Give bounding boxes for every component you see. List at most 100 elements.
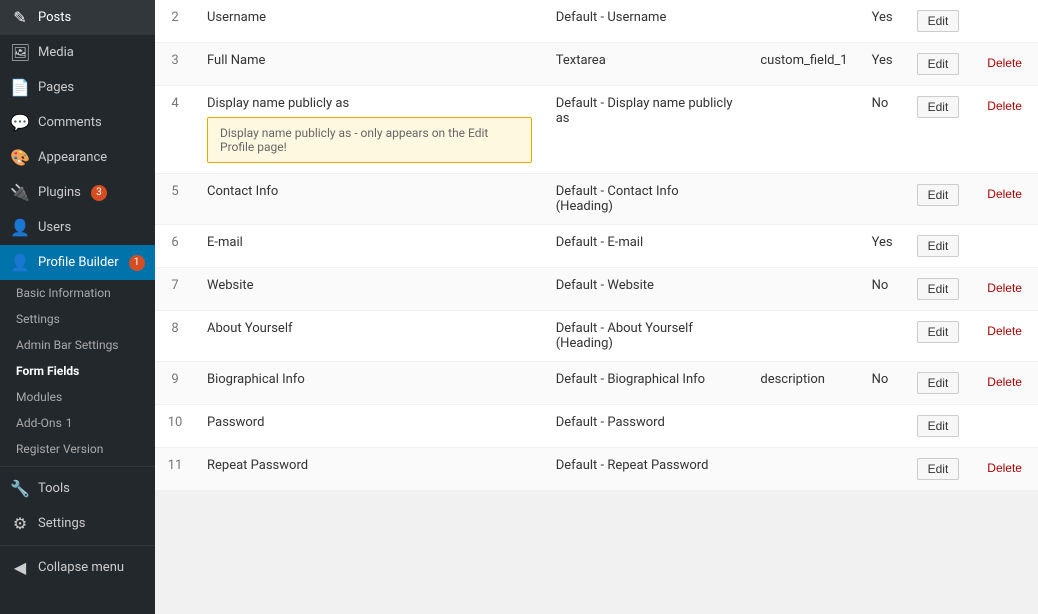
- row-number: 5: [155, 174, 195, 225]
- table-row: 9Biographical InfoDefault - Biographical…: [155, 362, 1038, 405]
- delete-button[interactable]: Delete: [983, 458, 1026, 478]
- sidebar-divider-2: [0, 545, 155, 546]
- table-row: 4Display name publicly asDisplay name pu…: [155, 86, 1038, 174]
- edit-button[interactable]: Edit: [917, 458, 960, 480]
- field-required: Yes: [860, 0, 905, 43]
- field-required: No: [860, 362, 905, 405]
- delete-button[interactable]: Delete: [983, 321, 1026, 341]
- field-delete-cell: Delete: [971, 86, 1038, 174]
- edit-button[interactable]: Edit: [917, 96, 960, 118]
- field-meta-name: [748, 0, 859, 43]
- row-number: 3: [155, 43, 195, 86]
- field-name: Full Name: [207, 53, 265, 68]
- edit-button[interactable]: Edit: [917, 184, 960, 206]
- field-type: Default - Username: [544, 0, 749, 43]
- active-indicator: [149, 245, 155, 280]
- field-actions: Edit: [905, 448, 972, 491]
- delete-button[interactable]: Delete: [983, 53, 1026, 73]
- sidebar-sub-add-ons[interactable]: Add-Ons 1: [0, 410, 155, 436]
- edit-button[interactable]: Edit: [917, 235, 960, 257]
- appearance-icon: 🎨: [10, 148, 30, 167]
- sidebar-item-profile-builder[interactable]: 👤 Profile Builder 1: [0, 245, 155, 280]
- field-required: [860, 405, 905, 448]
- field-name-cell: Website: [195, 268, 544, 311]
- field-name: E-mail: [207, 235, 243, 250]
- field-name-cell: Password: [195, 405, 544, 448]
- sidebar-item-appearance[interactable]: 🎨 Appearance: [0, 140, 155, 175]
- sidebar-sub-form-fields[interactable]: Form Fields: [0, 358, 155, 384]
- field-name: About Yourself: [207, 321, 293, 336]
- field-name: Username: [207, 10, 266, 25]
- field-actions: Edit: [905, 225, 972, 268]
- sidebar-sub-modules[interactable]: Modules: [0, 384, 155, 410]
- form-fields-table: 2UsernameDefault - UsernameYesEdit3Full …: [155, 0, 1038, 491]
- field-type: Default - Contact Info (Heading): [544, 174, 749, 225]
- field-meta-name: custom_field_1: [748, 43, 859, 86]
- field-name: Biographical Info: [207, 372, 305, 387]
- field-meta-name: [748, 405, 859, 448]
- edit-button[interactable]: Edit: [917, 372, 960, 394]
- posts-icon: ✎: [10, 8, 30, 27]
- field-delete-cell: Delete: [971, 362, 1038, 405]
- sidebar-item-media[interactable]: 🖼 Media: [0, 35, 155, 70]
- edit-button[interactable]: Edit: [917, 53, 960, 75]
- delete-button[interactable]: Delete: [983, 278, 1026, 298]
- field-meta-name: [748, 311, 859, 362]
- table-row: 2UsernameDefault - UsernameYesEdit: [155, 0, 1038, 43]
- sidebar-item-settings[interactable]: ⚙ Settings: [0, 506, 155, 541]
- field-delete-cell: [971, 0, 1038, 43]
- edit-button[interactable]: Edit: [917, 10, 960, 32]
- sidebar-item-tools[interactable]: 🔧 Tools: [0, 471, 155, 506]
- sidebar: ✎ Posts 🖼 Media 📄 Pages 💬 Comments 🎨 App…: [0, 0, 155, 614]
- field-name-cell: Biographical Info: [195, 362, 544, 405]
- sidebar-item-users[interactable]: 👤 Users: [0, 210, 155, 245]
- field-type: Default - Password: [544, 405, 749, 448]
- sidebar-sub-admin-bar-settings[interactable]: Admin Bar Settings: [0, 332, 155, 358]
- sidebar-divider: [0, 466, 155, 467]
- sidebar-item-collapse[interactable]: ◀ Collapse menu: [0, 550, 155, 585]
- field-actions: Edit: [905, 268, 972, 311]
- table-row: 3Full NameTextareacustom_field_1YesEditD…: [155, 43, 1038, 86]
- sidebar-sub-settings[interactable]: Settings: [0, 306, 155, 332]
- sidebar-sub-basic-information[interactable]: Basic Information: [0, 280, 155, 306]
- field-name-cell: Repeat Password: [195, 448, 544, 491]
- row-number: 11: [155, 448, 195, 491]
- media-icon: 🖼: [10, 43, 30, 62]
- field-meta-name: [748, 268, 859, 311]
- field-delete-cell: Delete: [971, 268, 1038, 311]
- table-row: 5 Contact Info Default - Contact Info (Hea…: [155, 174, 1038, 225]
- field-delete-cell: [971, 405, 1038, 448]
- sidebar-sub-register-version[interactable]: Register Version: [0, 436, 155, 462]
- field-actions: Edit: [905, 405, 972, 448]
- edit-button[interactable]: Edit: [917, 278, 960, 300]
- field-type: Default - Repeat Password: [544, 448, 749, 491]
- sidebar-item-posts[interactable]: ✎ Posts: [0, 0, 155, 35]
- field-delete-cell: [971, 225, 1038, 268]
- table-row: 11Repeat PasswordDefault - Repeat Passwo…: [155, 448, 1038, 491]
- sidebar-item-comments[interactable]: 💬 Comments: [0, 105, 155, 140]
- field-meta-name: [748, 174, 859, 225]
- field-required: [860, 448, 905, 491]
- delete-button[interactable]: Delete: [983, 372, 1026, 392]
- field-delete-cell: Delete: [971, 448, 1038, 491]
- field-name: Contact Info: [207, 184, 278, 199]
- field-meta-name: [748, 225, 859, 268]
- plugins-icon: 🔌: [10, 183, 30, 202]
- sidebar-item-pages[interactable]: 📄 Pages: [0, 70, 155, 105]
- field-delete-cell: Delete: [971, 311, 1038, 362]
- field-name-cell: About Yourself: [195, 311, 544, 362]
- row-number: 7: [155, 268, 195, 311]
- table-row: 10PasswordDefault - PasswordEdit: [155, 405, 1038, 448]
- field-notice: Display name publicly as - only appears …: [207, 117, 532, 163]
- sidebar-item-plugins[interactable]: 🔌 Plugins 3: [0, 175, 155, 210]
- field-type: Default - About Yourself (Heading): [544, 311, 749, 362]
- delete-button[interactable]: Delete: [983, 96, 1026, 116]
- field-required: Yes: [860, 43, 905, 86]
- add-ons-badge: 1: [66, 416, 73, 430]
- field-name: Display name publicly as: [207, 96, 349, 111]
- edit-button[interactable]: Edit: [917, 321, 960, 343]
- edit-button[interactable]: Edit: [917, 415, 960, 437]
- field-actions: Edit: [905, 174, 972, 225]
- delete-button[interactable]: Delete: [983, 184, 1026, 204]
- field-meta-name: [748, 448, 859, 491]
